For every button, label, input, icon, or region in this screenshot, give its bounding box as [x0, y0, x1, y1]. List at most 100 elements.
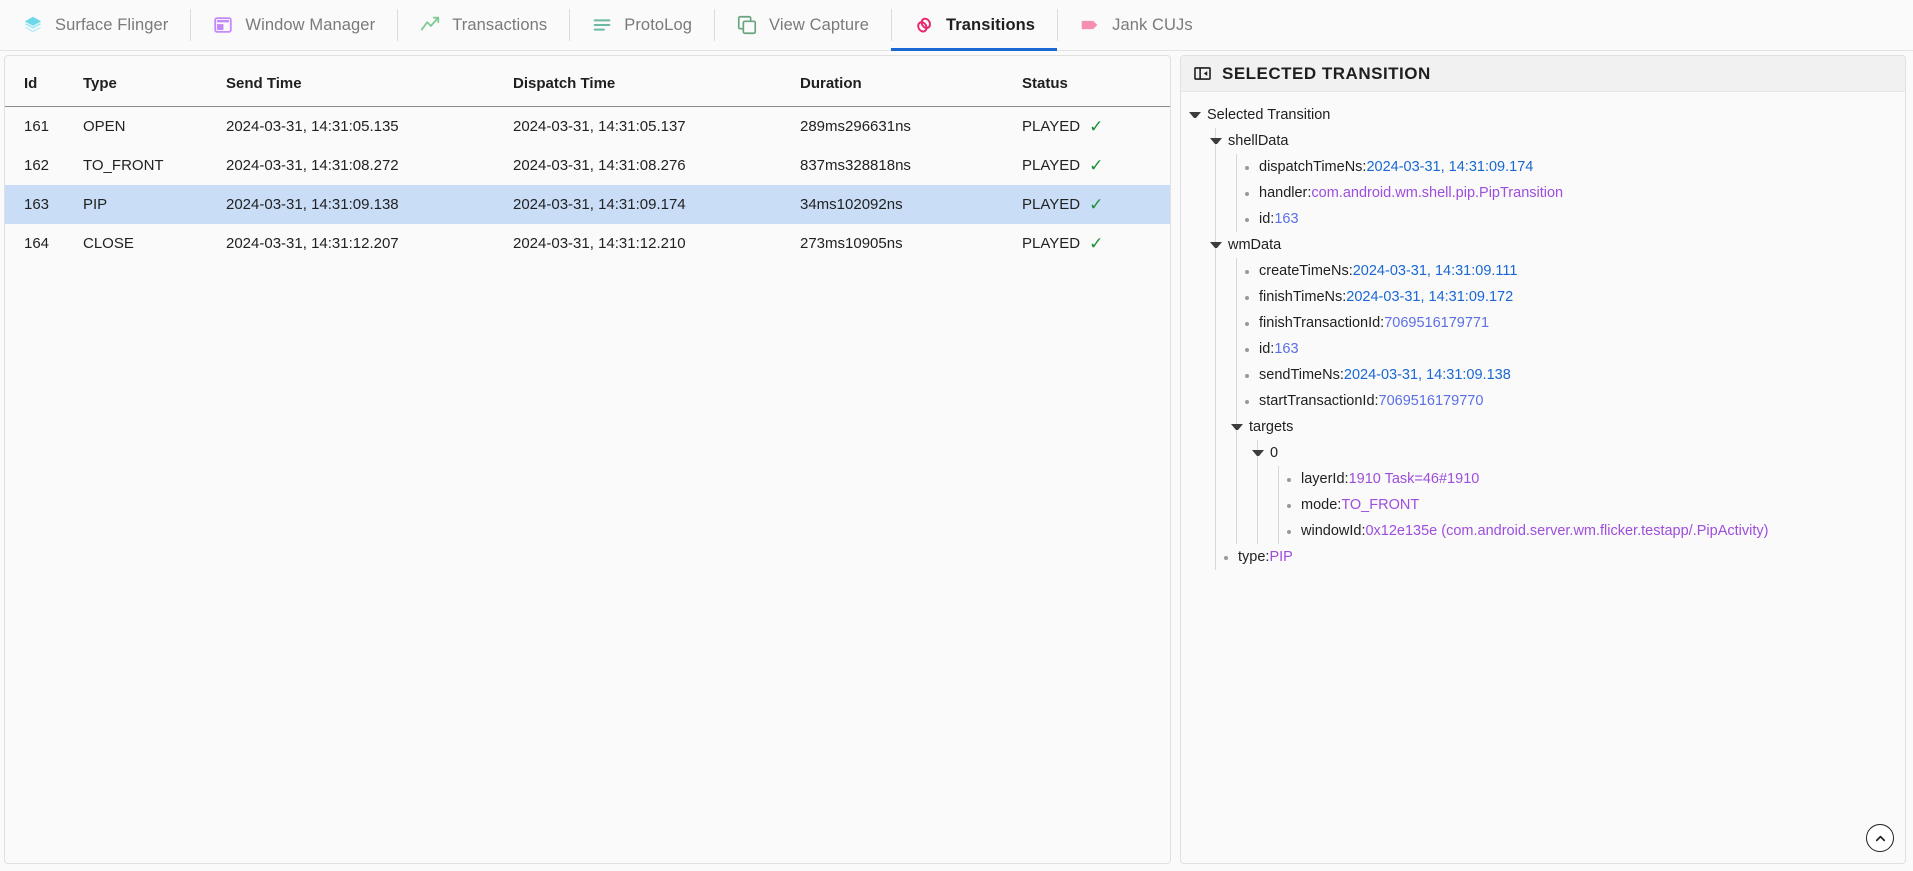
- table-row[interactable]: 163 PIP 2024-03-31, 14:31:09.138 2024-03…: [5, 185, 1170, 224]
- tab-window-manager[interactable]: Window Manager: [190, 0, 397, 50]
- tab-label: View Capture: [769, 16, 869, 35]
- column-header-status[interactable]: Status: [1022, 56, 1170, 107]
- tree-children: shellData dispatchTimeNs:2024-03-31, 14:…: [1215, 128, 1897, 570]
- transitions-rings-icon: [913, 14, 935, 36]
- tag-icon: [1079, 14, 1101, 36]
- cell-status: PLAYED ✓: [1022, 185, 1170, 224]
- cell-dispatch-time[interactable]: 2024-03-31, 14:31:12.210: [513, 224, 800, 263]
- scroll-to-top-button[interactable]: [1866, 824, 1894, 852]
- tree-row[interactable]: Selected Transition: [1195, 102, 1897, 128]
- tree-children: createTimeNs:2024-03-31, 14:31:09.111 fi…: [1236, 258, 1897, 544]
- tree-node-targets: targets 0: [1237, 414, 1897, 544]
- bullet-icon: [1287, 530, 1291, 534]
- tab-protolog[interactable]: ProtoLog: [569, 0, 714, 50]
- column-header-dispatch-time[interactable]: Dispatch Time: [513, 56, 800, 107]
- tree-leaf[interactable]: id:163: [1237, 206, 1897, 232]
- tree-leaf[interactable]: handler:com.android.wm.shell.pip.PipTran…: [1237, 180, 1897, 206]
- tree-row[interactable]: targets: [1237, 414, 1897, 440]
- cell-send-time[interactable]: 2024-03-31, 14:31:09.138: [226, 185, 513, 224]
- tree-leaf[interactable]: finishTimeNs:2024-03-31, 14:31:09.172: [1237, 284, 1897, 310]
- tree-leaf[interactable]: startTransactionId:7069516179770: [1237, 388, 1897, 414]
- property-key: mode:: [1301, 497, 1341, 513]
- property-key: handler:: [1259, 185, 1311, 201]
- cell-dispatch-time[interactable]: 2024-03-31, 14:31:05.137: [513, 107, 800, 147]
- cell-type: PIP: [83, 185, 226, 224]
- tree-leaf-type[interactable]: type:PIP: [1216, 544, 1897, 570]
- tree-children: dispatchTimeNs:2024-03-31, 14:31:09.174 …: [1236, 154, 1897, 232]
- property-value[interactable]: 7069516179771: [1384, 315, 1489, 331]
- tree-leaf[interactable]: windowId:0x12e135e (com.android.server.w…: [1279, 518, 1897, 544]
- property-value[interactable]: 2024-03-31, 14:31:09.174: [1366, 159, 1533, 175]
- table-row[interactable]: 164 CLOSE 2024-03-31, 14:31:12.207 2024-…: [5, 224, 1170, 263]
- chevron-down-icon[interactable]: [1210, 242, 1222, 248]
- chevron-down-icon[interactable]: [1252, 450, 1264, 456]
- chevron-down-icon[interactable]: [1189, 112, 1201, 118]
- property-value[interactable]: 0x12e135e (com.android.server.wm.flicker…: [1365, 523, 1768, 539]
- tree-leaf[interactable]: mode:TO_FRONT: [1279, 492, 1897, 518]
- tab-jank-cujs[interactable]: Jank CUJs: [1057, 0, 1215, 50]
- tree-node-label: targets: [1249, 417, 1293, 438]
- status-badge: PLAYED: [1022, 118, 1080, 135]
- table-row[interactable]: 162 TO_FRONT 2024-03-31, 14:31:08.272 20…: [5, 146, 1170, 185]
- chevron-down-icon[interactable]: [1210, 138, 1222, 144]
- cell-send-time[interactable]: 2024-03-31, 14:31:08.272: [226, 146, 513, 185]
- status-badge: PLAYED: [1022, 196, 1080, 213]
- property-key: type:: [1238, 549, 1269, 565]
- column-header-duration[interactable]: Duration: [800, 56, 1022, 107]
- property-key: startTransactionId:: [1259, 393, 1379, 409]
- tree-children: 0 layerId:1910 Task=46#1910: [1257, 440, 1897, 544]
- check-icon: ✓: [1089, 118, 1103, 135]
- check-icon: ✓: [1089, 157, 1103, 174]
- column-header-type[interactable]: Type: [83, 56, 226, 107]
- property-value[interactable]: 2024-03-31, 14:31:09.138: [1344, 367, 1511, 383]
- tree-leaf[interactable]: createTimeNs:2024-03-31, 14:31:09.111: [1237, 258, 1897, 284]
- tab-view-capture[interactable]: View Capture: [714, 0, 891, 50]
- property-value[interactable]: 7069516179770: [1379, 393, 1484, 409]
- tree-leaf[interactable]: id:163: [1237, 336, 1897, 362]
- column-header-id[interactable]: Id: [5, 56, 83, 107]
- tree-node-wmdata: wmData createTimeNs:2024-03-31, 14:31:09…: [1216, 232, 1897, 544]
- bullet-icon: [1245, 166, 1249, 170]
- tab-label: Transactions: [452, 16, 547, 35]
- bullet-icon: [1245, 400, 1249, 404]
- table-body: 161 OPEN 2024-03-31, 14:31:05.135 2024-0…: [5, 107, 1170, 264]
- tab-transactions[interactable]: Transactions: [397, 0, 569, 50]
- property-value[interactable]: 163: [1274, 211, 1298, 227]
- tree-leaf[interactable]: finishTransactionId:7069516179771: [1237, 310, 1897, 336]
- status-badge: PLAYED: [1022, 235, 1080, 252]
- property-value[interactable]: 163: [1274, 341, 1298, 357]
- cell-send-time[interactable]: 2024-03-31, 14:31:12.207: [226, 224, 513, 263]
- cell-dispatch-time[interactable]: 2024-03-31, 14:31:08.276: [513, 146, 800, 185]
- tab-transitions[interactable]: Transitions: [891, 0, 1057, 50]
- bullet-icon: [1245, 348, 1249, 352]
- tree-row[interactable]: 0: [1258, 440, 1897, 466]
- tree-row[interactable]: shellData: [1216, 128, 1897, 154]
- property-value[interactable]: 2024-03-31, 14:31:09.111: [1353, 263, 1518, 279]
- collapse-panel-icon[interactable]: [1193, 64, 1212, 83]
- tree-children: layerId:1910 Task=46#1910 mode:TO_FRONT: [1278, 466, 1897, 544]
- tab-label: Window Manager: [245, 16, 375, 35]
- property-key: id:: [1259, 211, 1274, 227]
- tab-surface-flinger[interactable]: Surface Flinger: [0, 0, 190, 50]
- chevron-down-icon[interactable]: [1231, 424, 1243, 430]
- property-value[interactable]: 1910 Task=46#1910: [1349, 471, 1480, 487]
- property-value[interactable]: TO_FRONT: [1341, 497, 1419, 513]
- window-icon: [212, 14, 234, 36]
- property-value[interactable]: com.android.wm.shell.pip.PipTransition: [1311, 185, 1563, 201]
- column-header-send-time[interactable]: Send Time: [226, 56, 513, 107]
- property-key: sendTimeNs:: [1259, 367, 1344, 383]
- cell-dispatch-time[interactable]: 2024-03-31, 14:31:09.174: [513, 185, 800, 224]
- property-value[interactable]: PIP: [1269, 549, 1292, 565]
- tree-node-shelldata: shellData dispatchTimeNs:2024-03-31, 14:…: [1216, 128, 1897, 232]
- table-row[interactable]: 161 OPEN 2024-03-31, 14:31:05.135 2024-0…: [5, 107, 1170, 147]
- property-key: createTimeNs:: [1259, 263, 1353, 279]
- cell-type: CLOSE: [83, 224, 226, 263]
- cell-duration: 273ms10905ns: [800, 224, 1022, 263]
- cell-send-time[interactable]: 2024-03-31, 14:31:05.135: [226, 107, 513, 147]
- property-value[interactable]: 2024-03-31, 14:31:09.172: [1346, 289, 1513, 305]
- tree-row[interactable]: wmData: [1216, 232, 1897, 258]
- tree-leaf[interactable]: layerId:1910 Task=46#1910: [1279, 466, 1897, 492]
- tree-leaf[interactable]: sendTimeNs:2024-03-31, 14:31:09.138: [1237, 362, 1897, 388]
- panel-header: SELECTED TRANSITION: [1181, 56, 1905, 92]
- tree-leaf[interactable]: dispatchTimeNs:2024-03-31, 14:31:09.174: [1237, 154, 1897, 180]
